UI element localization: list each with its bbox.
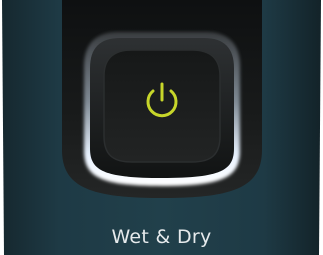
shaver-body [0,0,323,255]
shaver-closeup: Wet & Dry [0,0,323,255]
power-button[interactable] [103,49,221,163]
wet-and-dry-label: Wet & Dry [111,226,212,248]
